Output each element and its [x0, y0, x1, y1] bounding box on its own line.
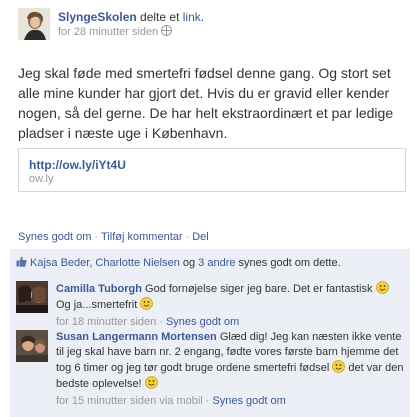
comment-timestamp[interactable]: for 15 minutter siden via mobil	[56, 395, 203, 407]
comment-text-continued: Og ja...smertefrit	[56, 299, 141, 311]
shared-period: .	[200, 10, 205, 24]
smiley-icon	[375, 281, 389, 294]
commenter-avatar[interactable]	[16, 281, 48, 313]
comment-like-button[interactable]: Synes godt om	[212, 395, 285, 407]
likes-suffix-text: synes godt om dette.	[235, 257, 341, 269]
link-preview[interactable]: http://ow.ly/iYt4U ow.ly	[18, 148, 406, 192]
thumbs-up-icon	[16, 256, 27, 267]
comment-item: Susan Langermann Mortensen Glæd dig! Jeg…	[10, 325, 410, 417]
likers-names-link[interactable]: Kajsa Beder, Charlotte Nielsen	[30, 257, 180, 269]
separator-dot: ·	[185, 231, 190, 243]
add-comment-button[interactable]: Tilføj kommentar	[101, 231, 183, 243]
post-actions: Synes godt om · Tilføj kommentar · Del	[18, 231, 209, 243]
post-timestamp[interactable]: for 28 minutter siden	[58, 26, 158, 38]
post-header: SlyngeSkolen delte et link. for 28 minut…	[18, 8, 398, 42]
separator-dot: ·	[94, 231, 99, 243]
smiley-icon	[144, 376, 158, 389]
header-text: SlyngeSkolen delte et link. for 28 minut…	[58, 10, 204, 40]
shared-link[interactable]: link	[183, 10, 201, 24]
globe-icon[interactable]	[161, 25, 173, 36]
author-avatar[interactable]	[18, 8, 50, 40]
smiley-icon	[140, 297, 154, 310]
other-likers-link[interactable]: 3 andre	[198, 257, 235, 269]
feedback-section: Kajsa Beder, Charlotte Nielsen og 3 andr…	[10, 249, 410, 417]
comment-text: God fornøjelse siger jeg bare. Det er fa…	[145, 283, 376, 295]
likes-and-text: og	[179, 257, 199, 269]
commenter-name-link[interactable]: Camilla Tuborgh	[56, 283, 142, 295]
link-preview-domain: ow.ly	[29, 173, 54, 185]
post-body: Jeg skal føde med smertefri fødsel denne…	[18, 65, 394, 141]
comment-body: Susan Langermann Mortensen Glæd dig! Jeg…	[56, 330, 404, 409]
likes-summary: Kajsa Beder, Charlotte Nielsen og 3 andr…	[10, 249, 410, 275]
share-button[interactable]: Del	[192, 231, 209, 243]
link-preview-url[interactable]: http://ow.ly/iYt4U	[29, 158, 126, 172]
comment-meta: for 15 minutter siden via mobil · Synes go…	[56, 394, 404, 409]
commenter-name-link[interactable]: Susan Langermann Mortensen	[56, 331, 217, 343]
comment-item: Camilla Tuborgh God fornøjelse siger jeg…	[10, 276, 410, 328]
comment-body: Camilla Tuborgh God fornøjelse siger jeg…	[56, 281, 404, 330]
commenter-avatar[interactable]	[16, 330, 48, 362]
author-name-link[interactable]: SlyngeSkolen	[58, 10, 137, 24]
shared-text: delte et	[136, 10, 183, 24]
separator-dot: ·	[205, 395, 210, 407]
like-button[interactable]: Synes godt om	[18, 231, 91, 243]
smiley-icon	[332, 360, 346, 373]
